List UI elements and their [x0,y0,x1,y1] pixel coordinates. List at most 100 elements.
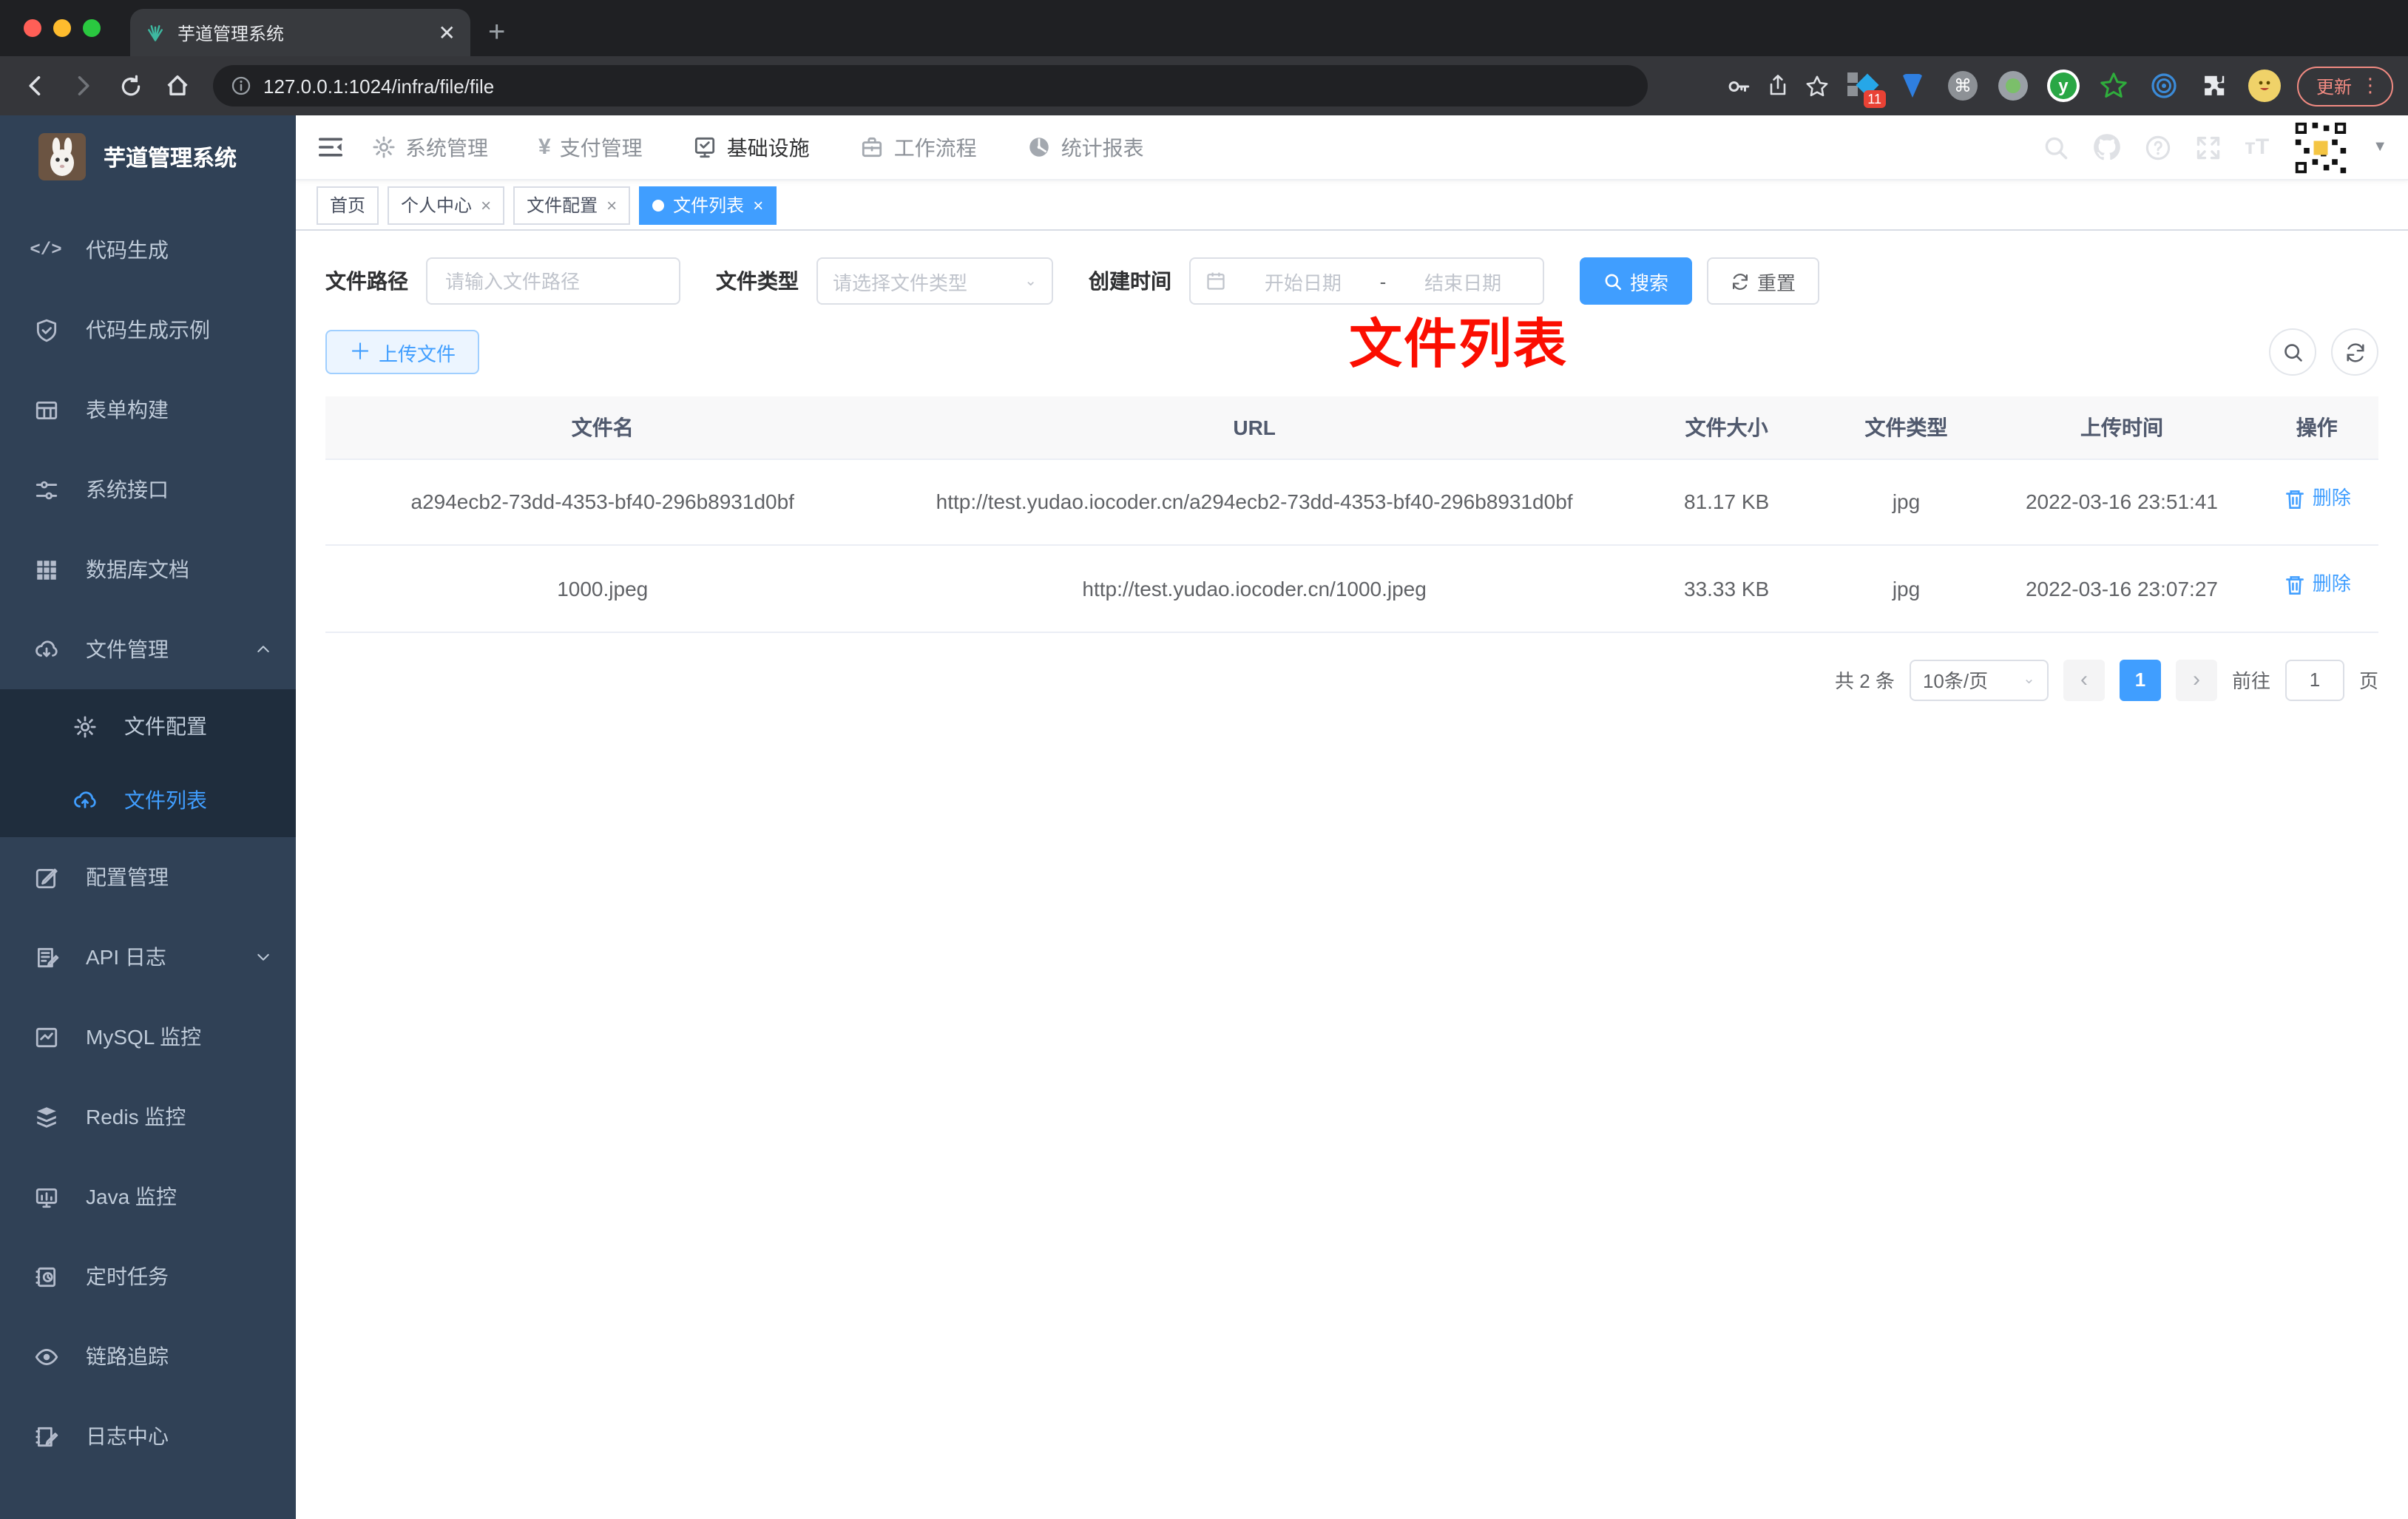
sidebar-item-label: Redis 监控 [86,1105,186,1129]
sidebar-item-label: 文件列表 [124,788,207,812]
tag-label: 文件列表 [673,195,745,216]
extension-record-icon[interactable] [1995,68,2031,104]
window-controls[interactable] [24,19,101,37]
home-icon[interactable] [157,65,198,106]
sidebar-item-file-config[interactable]: 文件配置 [0,689,296,763]
file-path-input[interactable] [426,257,680,305]
column-header: 文件类型 [1824,396,1989,459]
column-header: 文件大小 [1629,396,1824,459]
bookmark-star-icon[interactable] [1805,73,1830,98]
tag-文件配置[interactable]: 文件配置 × [513,186,631,224]
tag-close-icon[interactable]: × [606,194,617,215]
reset-button[interactable]: 重置 [1707,257,1820,305]
upload-file-button[interactable]: ＋ 上传文件 [325,330,480,374]
name-cell: 1000.jpeg [325,545,880,633]
chevron-down-icon[interactable]: ▼ [2373,139,2387,155]
tag-首页[interactable]: 首页 [317,186,379,224]
site-info-icon[interactable] [231,75,251,96]
close-window-button[interactable] [24,19,41,37]
sidebar-item-trace[interactable]: 链路追踪 [0,1316,296,1396]
end-date-input[interactable]: 结束日期 [1398,267,1528,295]
tag-close-icon[interactable]: × [481,194,491,215]
tag-close-icon[interactable]: × [753,194,763,215]
toolbar-right: 11 ⌘ y 更新 ⋮ [1726,66,2393,108]
top-menu-infra[interactable]: 基础设施 [693,132,810,162]
user-avatar[interactable] [2293,119,2350,175]
help-icon[interactable] [2144,134,2171,160]
top-menu-workflow[interactable]: 工作流程 [860,132,977,162]
tab-close-icon[interactable]: ✕ [439,20,456,45]
date-range-picker[interactable]: 开始日期 - 结束日期 [1189,257,1544,305]
search-icon[interactable] [2042,134,2069,160]
extension-star-icon[interactable] [2096,68,2131,104]
top-menu-report[interactable]: 统计报表 [1027,132,1144,162]
page-1-button[interactable]: 1 [2119,659,2161,701]
top-menu-pay[interactable]: ¥ 支付管理 [538,132,643,162]
maximize-window-button[interactable] [83,19,101,37]
sidebar-item-redis-monitor[interactable]: Redis 监控 [0,1077,296,1157]
toggle-search-button[interactable] [2269,328,2316,376]
sidebar-item-form-build[interactable]: 表单构建 [0,370,296,450]
sidebar-item-code-demo[interactable]: 代码生成示例 [0,290,296,370]
reload-icon[interactable] [109,65,151,106]
browser-tab[interactable]: 芋道管理系统 ✕ [130,9,470,56]
plus-icon: ＋ [349,339,372,365]
search-button[interactable]: 搜索 [1580,257,1693,305]
url-cell: http://test.yudao.iocoder.cn/1000.jpeg [879,545,1629,633]
goto-page-input[interactable] [2284,659,2344,701]
next-page-button[interactable]: › [2175,659,2217,701]
minimize-window-button[interactable] [53,19,71,37]
extension-gem-icon[interactable] [1895,68,1930,104]
tag-个人中心[interactable]: 个人中心 × [388,186,505,224]
sidebar-item-file-manage[interactable]: 文件管理 [0,609,296,689]
font-size-icon[interactable]: ᴛT [2245,135,2269,160]
sidebar-item-system-api[interactable]: 系统接口 [0,450,296,530]
password-key-icon[interactable] [1726,73,1751,98]
extension-y-icon[interactable]: y [2046,68,2081,104]
menu-fold-icon[interactable] [317,133,345,161]
extensions-puzzle-icon[interactable] [2196,68,2232,104]
name-cell: a294ecb2-73dd-4353-bf40-296b8931d0bf [325,459,880,547]
sidebar-item-job[interactable]: 定时任务 [0,1236,296,1316]
delete-button[interactable]: 删除 [2283,570,2351,601]
prev-page-button[interactable]: ‹ [2063,659,2105,701]
column-header: URL [879,396,1629,459]
fullscreen-icon[interactable] [2194,134,2221,160]
back-icon[interactable] [15,65,56,106]
sidebar-item-api-log[interactable]: API 日志 [0,917,296,997]
sidebar-item-code-gen[interactable]: </> 代码生成 [0,210,296,290]
sidebar-item-label: 系统接口 [86,478,169,501]
sidebar-item-label: 代码生成示例 [86,318,210,342]
github-icon[interactable] [2092,133,2120,161]
tab-favicon [145,22,166,43]
extension-wappalyzer-icon[interactable]: 11 [1844,68,1886,108]
sidebar-item-file-list[interactable]: 文件列表 [0,763,296,837]
refresh-table-button[interactable] [2331,328,2378,376]
sidebar-item-db-doc[interactable]: 数据库文档 [0,530,296,609]
file-type-select[interactable]: 请选择文件类型 ⌄ [816,257,1053,305]
browser-update-button[interactable]: 更新 ⋮ [2296,66,2393,106]
tag-文件列表[interactable]: 文件列表 × [639,186,777,224]
size-cell: 33.33 KB [1629,545,1824,633]
start-date-input[interactable]: 开始日期 [1238,267,1368,295]
extension-command-icon[interactable]: ⌘ [1945,68,1981,104]
extension-target-icon[interactable] [2146,68,2182,104]
kebab-menu-icon[interactable]: ⋮ [2361,74,2380,98]
page-size-select[interactable]: 10条/页 ⌄ [1909,659,2049,701]
new-tab-button[interactable]: + [488,16,505,50]
forward-icon[interactable] [62,65,104,106]
sidebar-item-config-manage[interactable]: 配置管理 [0,837,296,917]
sidebar-item-mysql-monitor[interactable]: MySQL 监控 [0,997,296,1077]
sidebar-item-label: 链路追踪 [86,1344,169,1368]
delete-button[interactable]: 删除 [2283,484,2351,515]
sidebar-item-label: Java 监控 [86,1185,177,1208]
table-body: a294ecb2-73dd-4353-bf40-296b8931d0bf http… [325,459,2378,633]
sidebar-item-log-center[interactable]: 日志中心 [0,1396,296,1476]
gear-icon [371,135,396,160]
sidebar-item-java-monitor[interactable]: Java 监控 [0,1157,296,1236]
profile-avatar-icon[interactable] [2247,68,2282,104]
top-menu-system[interactable]: 系统管理 [371,132,488,162]
sidebar-logo[interactable]: 芋道管理系统 [0,115,296,198]
share-icon[interactable] [1766,74,1790,98]
address-bar[interactable]: 127.0.0.1:1024/infra/file/file [213,65,1648,106]
